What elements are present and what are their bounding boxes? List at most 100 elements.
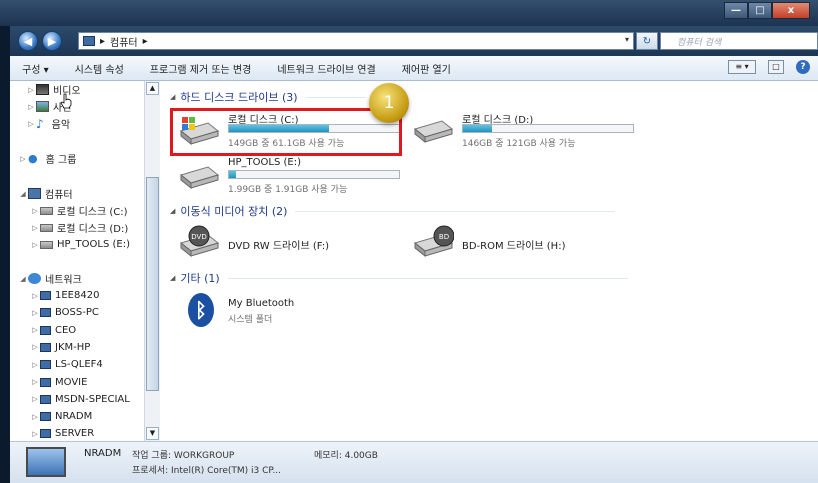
sidebar-item-label: NRADM: [55, 411, 93, 423]
dvd-drive[interactable]: DVD DVD RW 드라이브 (F:): [178, 225, 378, 261]
expand-icon[interactable]: ▷: [30, 361, 40, 369]
refresh-button[interactable]: ↻: [636, 32, 658, 50]
sidebar-item-label: 로컬 디스크 (C:): [57, 207, 128, 218]
navigation-pane: ▷ 비디오 ▷ 사진 ▷ ♪ 음악 ▷ ● 홈 그룹 ◢ 컴퓨터 ▷ 로컬 디스…: [10, 81, 160, 441]
sidebar-item-label: MOVIE: [55, 376, 88, 388]
sidebar-item-drive-e[interactable]: ▷ HP_TOOLS (E:): [30, 236, 130, 253]
video-library-icon: [36, 84, 49, 95]
highlight-box: [170, 108, 402, 156]
processor-info: 프로세서: Intel(R) Core(TM) i3 CP...: [132, 466, 282, 476]
sidebar-item-label: CEO: [55, 324, 77, 336]
navigation-bar: ◀ ▶ ▸ 컴퓨터 ▸ ▾ ↻ 컴퓨터 검색: [10, 26, 818, 56]
back-button[interactable]: ◀: [18, 31, 38, 51]
scroll-up-icon[interactable]: ▲: [146, 82, 159, 95]
uninstall-program-button[interactable]: 프로그램 제거 또는 변경: [150, 61, 252, 76]
address-bar[interactable]: ▸ 컴퓨터 ▸ ▾: [78, 32, 634, 50]
breadcrumb-separator[interactable]: ▸: [143, 36, 148, 47]
expand-icon[interactable]: ▷: [30, 326, 40, 334]
breadcrumb-computer[interactable]: 컴퓨터: [110, 34, 138, 49]
group-header-removable[interactable]: ◢ 이동식 미디어 장치 (2): [170, 203, 616, 219]
drive-free-space: 146GB 중 121GB 사용 가능: [462, 139, 576, 149]
group-header-hard-disks[interactable]: ◢ 하드 디스크 드라이브 (3): [170, 89, 366, 105]
address-dropdown-icon[interactable]: ▾: [625, 35, 629, 44]
sidebar-item-drive-d[interactable]: ▷ 로컬 디스크 (D:): [30, 219, 128, 236]
expand-icon[interactable]: ▷: [30, 343, 40, 351]
expand-icon[interactable]: ▷: [30, 430, 40, 438]
drive-d[interactable]: 로컬 디스크 (D:) 146GB 중 121GB 사용 가능: [412, 111, 642, 151]
expand-icon[interactable]: ▷: [30, 413, 40, 421]
hand-cursor-icon: [60, 93, 72, 109]
bluetooth-icon[interactable]: ᛒ: [188, 293, 214, 327]
expand-icon[interactable]: ▷: [30, 395, 40, 403]
bd-drive-icon: BD: [413, 225, 454, 258]
network-computer-icon: [40, 342, 51, 352]
music-note-icon: ♪: [36, 116, 44, 131]
svg-text:DVD: DVD: [191, 233, 206, 241]
sidebar-item-label: SERVER: [55, 428, 95, 440]
sidebar-item-network-computer[interactable]: ▷ SERVER: [30, 425, 94, 441]
expand-icon[interactable]: ▷: [30, 309, 40, 317]
expand-icon[interactable]: ▷: [26, 120, 36, 128]
close-button[interactable]: x: [772, 2, 810, 19]
expand-icon[interactable]: ▷: [30, 378, 40, 386]
sidebar-item-network-computer[interactable]: ▷ NRADM: [30, 408, 92, 425]
expand-icon[interactable]: ▷: [30, 224, 40, 232]
sidebar-item-label: HP_TOOLS (E:): [57, 239, 130, 250]
expand-icon[interactable]: ▷: [30, 292, 40, 300]
bd-drive[interactable]: BD BD-ROM 드라이브 (H:): [412, 225, 612, 261]
sidebar-item-videos[interactable]: ▷ 비디오: [26, 81, 81, 98]
collapse-icon[interactable]: ◢: [170, 274, 175, 282]
sidebar-item-network-computer[interactable]: ▷ LS-QLEF4: [30, 356, 102, 373]
forward-button[interactable]: ▶: [42, 31, 62, 51]
organize-button[interactable]: 구성 ▾: [22, 61, 49, 76]
expand-icon[interactable]: ▷: [18, 155, 28, 163]
help-icon[interactable]: ?: [796, 60, 810, 74]
svg-text:BD: BD: [439, 233, 449, 241]
expand-icon[interactable]: ▷: [26, 103, 36, 111]
hard-drive-icon: [413, 120, 454, 144]
expand-icon[interactable]: ▷: [30, 241, 40, 249]
sidebar-item-network-computer[interactable]: ▷ BOSS-PC: [30, 304, 99, 321]
scroll-thumb[interactable]: [146, 177, 159, 391]
view-options-icon[interactable]: ≡ ▾: [728, 60, 756, 74]
sidebar-item-network-computer[interactable]: ▷ CEO: [30, 322, 76, 339]
workgroup-info: 작업 그룹: WORKGROUP: [132, 451, 235, 461]
scroll-down-icon[interactable]: ▼: [146, 427, 159, 440]
minimize-button[interactable]: —: [724, 2, 748, 19]
local-disk-icon: [40, 206, 53, 215]
bluetooth-item-name[interactable]: My Bluetooth: [228, 298, 294, 309]
details-pane: NRADM 작업 그룹: WORKGROUP 메모리: 4.00GB 프로세서:…: [10, 441, 818, 483]
sidebar-item-network-computer[interactable]: ▷ JKM-HP: [30, 339, 90, 356]
sidebar-item-label: JKM-HP: [55, 341, 91, 353]
expand-icon[interactable]: ▷: [30, 207, 40, 215]
collapse-icon[interactable]: ◢: [170, 207, 175, 215]
sidebar-item-music[interactable]: ▷ ♪ 음악: [26, 115, 70, 132]
sidebar-item-network[interactable]: ◢ 네트워크: [18, 270, 82, 287]
sidebar-item-homegroup[interactable]: ▷ ● 홈 그룹: [18, 150, 76, 167]
drive-e[interactable]: HP_TOOLS (E:) 1.99GB 중 1.91GB 사용 가능: [178, 157, 408, 197]
sidebar-item-drive-c[interactable]: ▷ 로컬 디스크 (C:): [30, 202, 128, 219]
sidebar-item-network-computer[interactable]: ▷ MOVIE: [30, 374, 87, 391]
collapse-icon[interactable]: ◢: [170, 93, 175, 101]
search-input[interactable]: 컴퓨터 검색: [660, 32, 818, 50]
collapse-icon[interactable]: ◢: [18, 190, 28, 198]
group-header-other[interactable]: ◢ 기타 (1): [170, 270, 628, 286]
breadcrumb-separator[interactable]: ▸: [100, 36, 105, 47]
sidebar-item-network-computer[interactable]: ▷ MSDN-SPECIAL: [30, 391, 130, 408]
preview-pane-icon[interactable]: □: [768, 60, 784, 74]
sidebar-item-label: 컴퓨터: [45, 190, 73, 201]
system-properties-button[interactable]: 시스템 속성: [75, 61, 124, 76]
group-divider: [305, 96, 366, 98]
window-controls: — □ x: [724, 2, 810, 19]
sidebar-item-computer[interactable]: ◢ 컴퓨터: [18, 185, 73, 202]
map-network-drive-button[interactable]: 네트워크 드라이브 연결: [277, 61, 375, 76]
open-control-panel-button[interactable]: 제어판 열기: [402, 61, 451, 76]
drive-name: BD-ROM 드라이브 (H:): [462, 241, 566, 252]
sidebar-scrollbar[interactable]: ▲ ▼: [144, 81, 160, 441]
sidebar-item-network-computer[interactable]: ▷ 1EE8420: [30, 287, 99, 304]
collapse-icon[interactable]: ◢: [18, 275, 28, 283]
computer-name: NRADM: [84, 448, 122, 459]
group-title: 하드 디스크 드라이브 (3): [180, 91, 298, 104]
expand-icon[interactable]: ▷: [26, 86, 36, 94]
maximize-button[interactable]: □: [748, 2, 772, 19]
